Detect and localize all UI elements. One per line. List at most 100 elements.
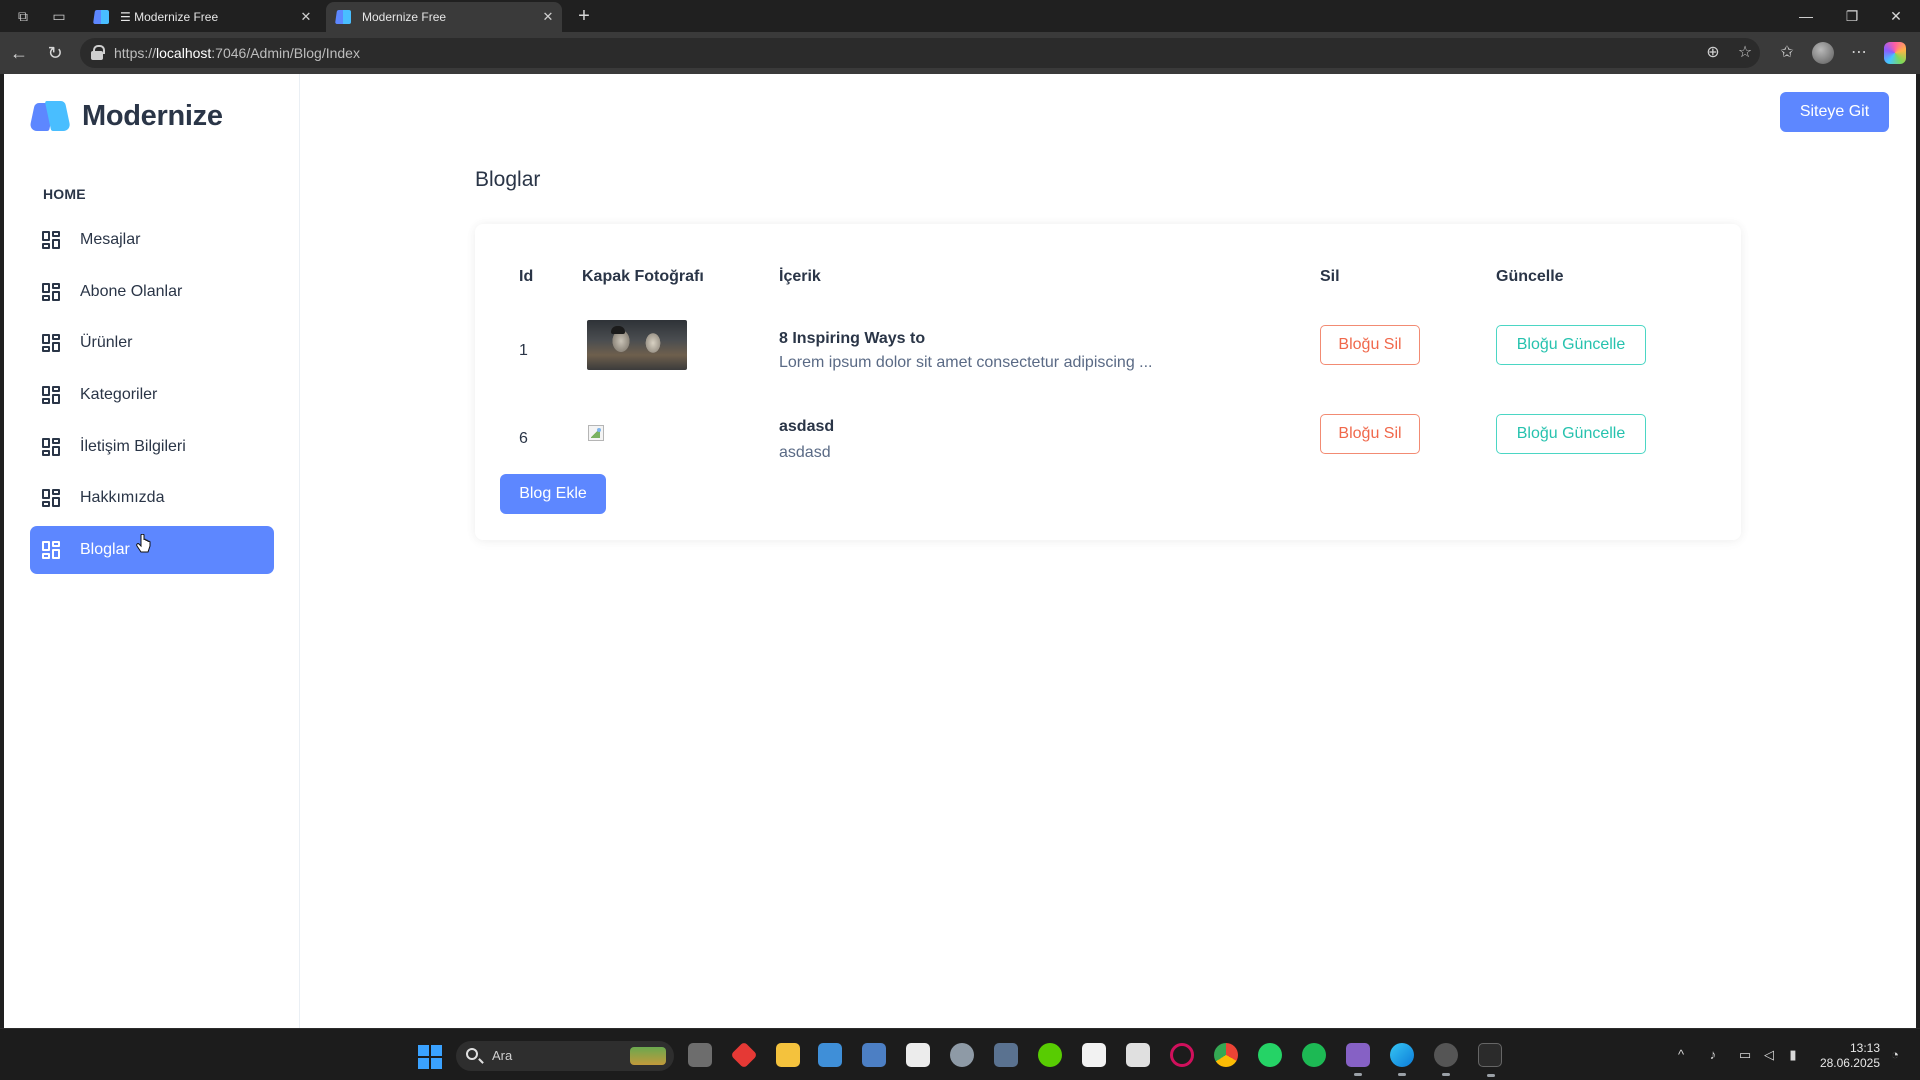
app-monitor-icon[interactable] <box>818 1043 842 1067</box>
sidebar-item-label: Kategoriler <box>80 386 158 404</box>
volume-icon[interactable]: ◁ <box>1760 1045 1778 1065</box>
lock-icon[interactable] <box>90 45 105 61</box>
search-placeholder: Ara <box>492 1048 513 1063</box>
settings-icon[interactable] <box>950 1043 974 1067</box>
app-cards-icon[interactable] <box>1082 1043 1106 1067</box>
blog-title: 8 Inspiring Ways to <box>779 330 926 347</box>
sidebar-item-mesajlar[interactable]: Mesajlar <box>30 216 274 264</box>
sidebar-item-iletisim-bilgileri[interactable]: İletişim Bilgileri <box>30 423 274 471</box>
sidebar-item-bloglar[interactable]: Bloglar <box>30 526 274 575</box>
chevron-up-icon[interactable]: ^ <box>1672 1045 1690 1065</box>
blog-id: 6 <box>519 430 528 447</box>
close-tab-icon[interactable]: ✕ <box>298 2 314 32</box>
chrome-icon[interactable] <box>1214 1043 1238 1067</box>
minimize-icon[interactable]: — <box>1786 4 1826 28</box>
close-tab-icon[interactable]: ✕ <box>540 2 556 32</box>
sidebar-item-label: Ürünler <box>80 334 133 352</box>
copilot-icon[interactable] <box>1884 42 1906 64</box>
blog-title: asdasd <box>779 418 835 435</box>
favorites-icon[interactable]: ✩ <box>1776 42 1798 64</box>
task-view-icon[interactable] <box>688 1043 712 1067</box>
terminal-icon[interactable] <box>1478 1043 1502 1077</box>
duolingo-icon[interactable] <box>1038 1043 1062 1067</box>
tab-prefix: ☰ <box>120 10 135 24</box>
edge-icon[interactable] <box>1390 1043 1414 1076</box>
dashboard-grid-icon <box>42 489 60 508</box>
sidebar-item-urunler[interactable]: Ürünler <box>30 319 274 367</box>
tab-label: Modernize Free <box>134 10 219 24</box>
taskbar-search-input[interactable]: Ara <box>456 1041 674 1071</box>
browser-tab-bar: ⧉ ▭ ☰ Modernize Free ✕ Modernize Free ✕ … <box>0 0 1920 32</box>
add-blog-button[interactable]: Blog Ekle <box>500 474 606 514</box>
windows-taskbar: Ara ^ ♪ ▭ ◁ ▮ 13:13 28.06.2025 ◔ <box>0 1028 1920 1080</box>
sidebar-item-abone-olanlar[interactable]: Abone Olanlar <box>30 268 274 316</box>
brand[interactable]: Modernize <box>29 96 223 136</box>
sidebar-item-label: Mesajlar <box>80 231 141 248</box>
blog-cover-image <box>587 320 687 370</box>
vertical-tabs-icon[interactable]: ▭ <box>50 7 68 25</box>
search-highlight-icon <box>630 1047 666 1065</box>
broken-image-icon <box>588 425 604 441</box>
brand-name: Modernize <box>82 99 223 132</box>
modernize-logo-icon <box>29 101 72 131</box>
tab-modernize-2[interactable]: Modernize Free ✕ <box>326 2 562 32</box>
dashboard-grid-icon <box>42 231 60 249</box>
column-header-id: Id <box>519 268 534 285</box>
windows-start-icon[interactable] <box>418 1045 442 1069</box>
sidebar-item-label: Abone Olanlar <box>80 282 183 300</box>
favorite-star-icon[interactable]: ☆ <box>1734 42 1756 64</box>
update-blog-button[interactable]: Bloğu Güncelle <box>1496 414 1646 454</box>
page-title: Bloglar <box>475 168 541 191</box>
spotify-icon[interactable] <box>1302 1043 1326 1067</box>
go-to-site-button[interactable]: Siteye Git <box>1780 92 1889 132</box>
app-window-icon[interactable] <box>994 1043 1018 1067</box>
mouse-pointer-icon <box>136 534 151 553</box>
profile-avatar[interactable] <box>1812 42 1834 64</box>
sidebar-item-label: Bloglar <box>80 541 130 559</box>
taskbar-clock[interactable]: 13:13 28.06.2025 <box>1808 1041 1880 1071</box>
workspaces-icon[interactable]: ⧉ <box>14 7 32 25</box>
dashboard-grid-icon <box>42 386 60 405</box>
sidebar-item-label: İletişim Bilgileri <box>80 437 186 455</box>
notifications-icon[interactable]: ◔ <box>1886 1045 1904 1065</box>
app-red-diamond-icon[interactable] <box>730 1041 758 1069</box>
visual-studio-icon[interactable] <box>1346 1043 1370 1076</box>
dashboard-grid-icon <box>42 282 60 301</box>
file-explorer-icon[interactable] <box>776 1043 800 1067</box>
close-window-icon[interactable]: ✕ <box>1876 4 1916 28</box>
tab-modernize-1[interactable]: ☰ Modernize Free ✕ <box>84 2 320 32</box>
search-icon <box>466 1048 478 1060</box>
microsoft-store-icon[interactable] <box>906 1043 930 1067</box>
battery-icon[interactable]: ▮ <box>1784 1045 1802 1065</box>
app-gear-icon[interactable] <box>1434 1043 1458 1076</box>
blog-excerpt: Lorem ipsum dolor sit amet consectetur a… <box>779 354 1153 371</box>
more-options-icon[interactable]: ⋯ <box>1848 42 1870 64</box>
blog-table-card: Id Kapak Fotoğrafı İçerik Sil Güncelle 1… <box>475 224 1741 540</box>
network-icon[interactable]: ▭ <box>1736 1045 1754 1065</box>
back-icon[interactable]: ← <box>8 42 30 64</box>
whatsapp-icon[interactable] <box>1258 1043 1282 1067</box>
modernize-favicon-icon <box>94 10 110 24</box>
delete-blog-button[interactable]: Bloğu Sil <box>1320 325 1420 365</box>
reload-icon[interactable]: ↻ <box>44 42 66 64</box>
blog-excerpt: asdasd <box>779 444 831 461</box>
new-tab-icon[interactable]: + <box>572 4 596 28</box>
sidebar-item-hakkimizda[interactable]: Hakkımızda <box>30 474 274 522</box>
zoom-icon[interactable]: ⊕ <box>1702 42 1724 64</box>
modernize-favicon-icon <box>336 10 352 24</box>
browser-address-bar: ← ↻ https://localhost:7046/Admin/Blog/In… <box>0 32 1920 74</box>
app-document-icon[interactable] <box>1126 1043 1150 1067</box>
restore-icon[interactable]: ❐ <box>1832 4 1872 28</box>
update-blog-button[interactable]: Bloğu Güncelle <box>1496 325 1646 365</box>
url-text[interactable]: https://localhost:7046/Admin/Blog/Index <box>114 38 360 68</box>
microphone-icon[interactable]: ♪ <box>1704 1045 1722 1065</box>
page-viewport: Modernize HOME Mesajlar Abone Olanlar Ür… <box>4 74 1916 1028</box>
app-chart-icon[interactable] <box>862 1043 886 1067</box>
delete-blog-button[interactable]: Bloğu Sil <box>1320 414 1420 454</box>
clock-date: 28.06.2025 <box>1819 1056 1880 1070</box>
main-content: Siteye Git Bloglar Id Kapak Fotoğrafı İç… <box>300 74 1916 1028</box>
url-input[interactable]: https://localhost:7046/Admin/Blog/Index <box>80 38 1760 68</box>
clock-time: 13:13 <box>1849 1041 1880 1055</box>
sidebar-item-kategoriler[interactable]: Kategoriler <box>30 371 274 419</box>
opera-icon[interactable] <box>1170 1043 1194 1067</box>
